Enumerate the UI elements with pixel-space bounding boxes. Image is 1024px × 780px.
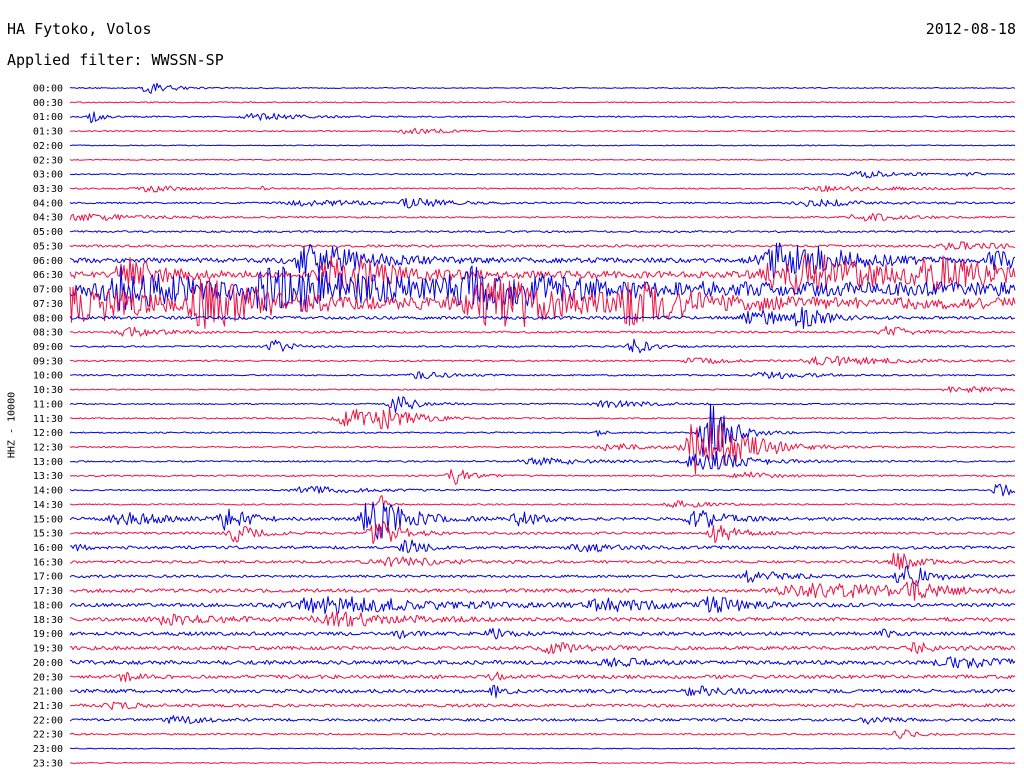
- time-tick-label: 18:00: [33, 600, 63, 611]
- trace-row: [69, 407, 1016, 430]
- time-tick-label: 22:30: [33, 730, 63, 741]
- time-tick-label: 22:00: [33, 715, 63, 726]
- helicorder-plot: 00:00 00:30 01:00 01:30 02:00 02:30 03:00 03:30…: [33, 82, 1016, 770]
- time-tick-label: 23:30: [33, 758, 63, 769]
- time-tick-label: 23:00: [33, 744, 63, 755]
- trace-row: [69, 185, 1016, 193]
- trace-row: [69, 747, 1016, 750]
- time-tick-label: 20:30: [33, 672, 63, 683]
- time-tick-label: 08:00: [33, 313, 63, 324]
- time-tick-label: 19:30: [33, 644, 63, 655]
- time-tick-label: 08:30: [33, 328, 63, 339]
- time-tick-label: 07:00: [33, 285, 63, 296]
- time-tick-label: 01:30: [33, 127, 63, 138]
- trace-row: [69, 671, 1016, 683]
- time-tick-label: 15:00: [33, 514, 63, 525]
- time-tick-label: 03:00: [33, 170, 63, 181]
- time-tick-label: 17:30: [33, 586, 63, 597]
- trace-row: [69, 355, 1016, 367]
- trace-row: [69, 371, 1016, 380]
- time-tick-label: 04:00: [33, 198, 63, 209]
- trace-row: [69, 729, 1016, 739]
- time-tick-label: 03:30: [33, 184, 63, 195]
- time-tick-label: 02:30: [33, 155, 63, 166]
- trace-row: [69, 539, 1016, 553]
- trace-row: [69, 230, 1015, 233]
- trace-row: [69, 197, 1016, 209]
- time-tick-labels: 00:00 00:30 01:00 01:30 02:00 02:30 03:00 03:30…: [33, 84, 63, 770]
- time-tick-label: 14:00: [33, 486, 63, 497]
- trace-row: [69, 127, 1016, 135]
- time-tick-label: 20:00: [33, 658, 63, 669]
- trace-row: [69, 403, 1016, 457]
- time-tick-label: 13:00: [33, 457, 63, 468]
- time-tick-label: 06:30: [33, 270, 63, 281]
- time-tick-label: 16:00: [33, 543, 63, 554]
- trace-row: [69, 761, 1016, 764]
- time-tick-label: 21:30: [33, 701, 63, 712]
- time-tick-label: 05:00: [33, 227, 63, 238]
- time-tick-label: 06:00: [33, 256, 63, 267]
- time-tick-label: 09:30: [33, 356, 63, 367]
- trace-row: [69, 451, 1016, 470]
- time-tick-label: 15:30: [33, 529, 63, 540]
- seismic-traces: [69, 82, 1016, 764]
- time-tick-label: 10:00: [33, 371, 63, 382]
- trace-row: [69, 483, 1016, 497]
- time-tick-label: 18:30: [33, 615, 63, 626]
- trace-row: [69, 685, 1016, 699]
- trace-row: [70, 111, 1016, 124]
- trace-row: [69, 565, 1016, 586]
- trace-row: [69, 82, 1016, 94]
- trace-row: [69, 701, 1016, 710]
- trace-row: [69, 396, 1016, 413]
- time-tick-label: 07:30: [33, 299, 63, 310]
- trace-row: [69, 495, 1016, 508]
- trace-row: [69, 170, 1016, 179]
- time-tick-label: 12:30: [33, 443, 63, 454]
- trace-row: [69, 101, 1016, 104]
- trace-row: [69, 579, 1016, 601]
- trace-row: [69, 469, 1016, 485]
- time-tick-label: 12:00: [33, 428, 63, 439]
- trace-row: [69, 422, 1016, 475]
- trace-row: [69, 278, 1016, 329]
- time-tick-label: 00:30: [33, 98, 63, 109]
- trace-row: [69, 213, 1016, 222]
- time-tick-label: 02:00: [33, 141, 63, 152]
- time-tick-label: 05:30: [33, 241, 63, 252]
- time-tick-label: 11:00: [33, 399, 63, 410]
- time-tick-label: 01:00: [33, 112, 63, 123]
- time-tick-label: 17:00: [33, 572, 63, 583]
- trace-row: [69, 656, 1016, 669]
- time-tick-label: 16:30: [33, 557, 63, 568]
- trace-row: [69, 642, 1016, 655]
- time-tick-label: 04:30: [33, 213, 63, 224]
- trace-row: [69, 241, 1016, 251]
- time-tick-label: 10:30: [33, 385, 63, 396]
- time-tick-label: 09:00: [33, 342, 63, 353]
- trace-row: [69, 158, 1016, 161]
- time-tick-label: 11:30: [33, 414, 63, 425]
- time-tick-label: 14:30: [33, 500, 63, 511]
- trace-row: [69, 144, 1016, 147]
- trace-row: [69, 596, 1016, 615]
- time-tick-label: 21:00: [33, 687, 63, 698]
- trace-row: [69, 611, 1016, 627]
- trace-row: [70, 552, 1016, 570]
- trace-row: [69, 715, 1016, 725]
- trace-row: [69, 521, 1016, 544]
- time-tick-label: 13:30: [33, 471, 63, 482]
- trace-row: [69, 386, 1015, 393]
- time-tick-label: 19:00: [33, 629, 63, 640]
- trace-row: [69, 242, 1016, 279]
- trace-row: [70, 338, 1016, 354]
- time-tick-label: 00:00: [33, 84, 63, 95]
- trace-row: [69, 627, 1016, 640]
- trace-row: [69, 325, 1016, 337]
